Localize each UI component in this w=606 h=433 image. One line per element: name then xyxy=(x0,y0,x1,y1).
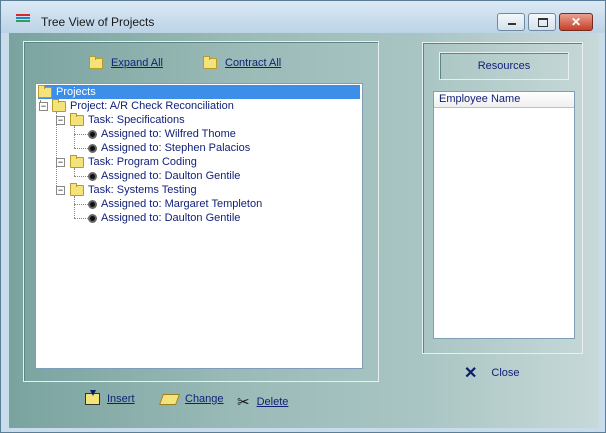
tree-node-label: Project: A/R Check Reconciliation xyxy=(70,100,234,112)
close-window-button[interactable]: ✕ xyxy=(559,13,593,31)
tree-node-assignment[interactable]: Assigned to: Margaret Templeton xyxy=(88,197,262,211)
tree-node-assignment[interactable]: Assigned to: Stephen Palacios xyxy=(88,141,250,155)
app-window: Tree View of Projects ✕ Expand All Contr… xyxy=(0,0,606,433)
tree-node-task[interactable]: Task: Specifications xyxy=(70,112,185,127)
maximize-icon xyxy=(538,18,548,27)
scissors-icon: ✂ xyxy=(237,394,250,411)
tree-node-label: Task: Specifications xyxy=(88,114,185,126)
gear-icon xyxy=(88,199,97,209)
tree-node-assignment[interactable]: Assigned to: Wilfred Thome xyxy=(88,127,236,141)
folder-icon xyxy=(70,154,84,168)
tree-line xyxy=(74,148,88,149)
employee-name-column-header[interactable]: Employee Name xyxy=(434,92,574,108)
close-label: Close xyxy=(491,367,520,379)
expand-all-button[interactable]: Expand All xyxy=(89,55,163,69)
tree-node-label: Task: Program Coding xyxy=(88,156,197,168)
tree-node-label: Assigned to: Daulton Gentile xyxy=(101,212,241,224)
window-title: Tree View of Projects xyxy=(41,15,155,29)
gear-icon xyxy=(88,213,97,223)
project-tree[interactable]: Projects − Project: A/R Check Reconcilia… xyxy=(35,83,363,369)
gear-icon xyxy=(88,171,97,181)
delete-label: Delete xyxy=(256,396,289,408)
delete-button[interactable]: ✂ Delete xyxy=(237,393,288,411)
collapse-icon[interactable]: − xyxy=(56,116,65,125)
gear-icon xyxy=(88,129,97,139)
tree-line xyxy=(74,168,75,176)
folder-icon xyxy=(203,55,217,69)
insert-icon xyxy=(85,390,100,405)
contract-all-button[interactable]: Contract All xyxy=(203,55,282,69)
tree-node-label: Assigned to: Stephen Palacios xyxy=(101,142,251,154)
tree-line xyxy=(74,176,88,177)
expand-all-label: Expand All xyxy=(111,57,163,69)
employee-list[interactable]: Employee Name xyxy=(433,91,575,339)
collapse-icon[interactable]: − xyxy=(39,102,48,111)
tree-node-task[interactable]: Task: Program Coding xyxy=(70,154,197,169)
tree-node-label: Assigned to: Margaret Templeton xyxy=(101,198,263,210)
tree-node-assignment[interactable]: Assigned to: Daulton Gentile xyxy=(88,169,240,183)
tree-line xyxy=(74,196,75,218)
tree-node-project[interactable]: Project: A/R Check Reconciliation xyxy=(52,98,234,113)
close-button[interactable]: ✕ Close xyxy=(464,363,520,383)
title-bar[interactable]: Tree View of Projects ✕ xyxy=(1,1,605,33)
folder-icon xyxy=(70,182,84,196)
open-folder-icon xyxy=(158,393,181,405)
minimize-button[interactable] xyxy=(497,13,525,31)
tree-node-assignment[interactable]: Assigned to: Daulton Gentile xyxy=(88,211,240,225)
folder-icon xyxy=(38,84,52,98)
tree-line xyxy=(74,134,88,135)
folder-icon xyxy=(70,112,84,126)
tree-node-label: Projects xyxy=(56,86,96,98)
gear-icon xyxy=(88,143,97,153)
folder-icon xyxy=(89,55,103,69)
insert-button[interactable]: Insert xyxy=(85,390,135,405)
insert-label: Insert xyxy=(107,393,135,405)
collapse-icon[interactable]: − xyxy=(56,186,65,195)
change-label: Change xyxy=(185,393,224,405)
tree-line xyxy=(74,204,88,205)
app-icon xyxy=(16,14,30,24)
minimize-icon xyxy=(508,23,516,25)
tree-node-label: Assigned to: Wilfred Thome xyxy=(101,128,236,140)
client-area: Expand All Contract All Projects − Proje… xyxy=(9,33,599,428)
change-button[interactable]: Change xyxy=(158,393,224,405)
tree-line xyxy=(74,126,75,148)
tree-line xyxy=(74,218,88,219)
tree-node-label: Assigned to: Daulton Gentile xyxy=(101,170,241,182)
resources-title: Resources xyxy=(439,52,569,80)
tree-node-label: Task: Systems Testing xyxy=(88,184,197,196)
close-x-icon: ✕ xyxy=(464,365,478,382)
collapse-icon[interactable]: − xyxy=(56,158,65,167)
tree-node-projects[interactable]: Projects xyxy=(38,84,360,99)
folder-icon xyxy=(52,98,66,112)
maximize-button[interactable] xyxy=(528,13,556,31)
contract-all-label: Contract All xyxy=(225,57,282,69)
tree-node-task[interactable]: Task: Systems Testing xyxy=(70,182,197,197)
close-icon: ✕ xyxy=(570,15,582,29)
